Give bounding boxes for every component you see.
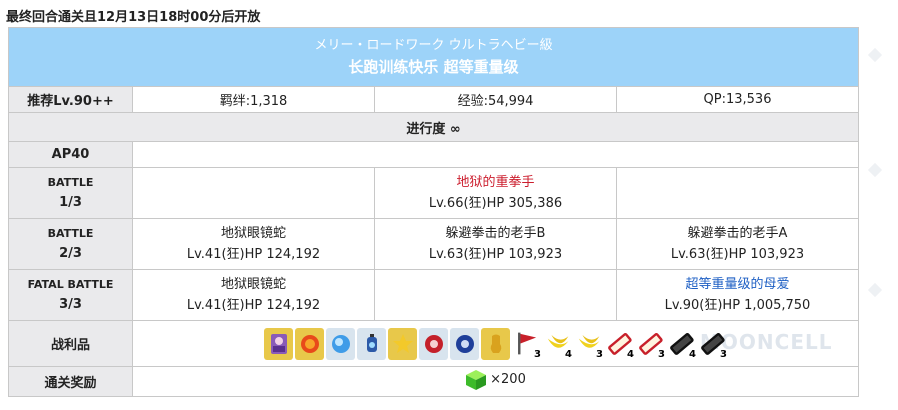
drop-count: 4 xyxy=(565,348,572,360)
battle-2-enemy-2: 躲避拳击的老手B Lv.63(狂)HP 103,923 xyxy=(374,218,617,270)
enemy-stat: Lv.90(狂)HP 1,005,750 xyxy=(664,298,811,313)
quest-title: メリー・ロードワーク ウルトラヘビー級 长跑训练快乐 超等重量级 xyxy=(7,27,860,87)
banana-icon[interactable]: 3 xyxy=(574,328,603,360)
battle-2-title: BATTLE xyxy=(47,227,94,240)
battle-2-number: 2/3 xyxy=(59,246,82,261)
progress-header: 进行度 ∞ xyxy=(7,112,860,142)
drops-list: 3 4 3 4 3 4 3 xyxy=(133,324,858,364)
drop-count: 3 xyxy=(596,348,603,360)
black-ticket-icon[interactable]: 4 xyxy=(667,328,696,360)
exp-value: 经验:54,994 xyxy=(374,86,617,113)
enemy-name: 躲避拳击的老手A xyxy=(687,226,788,241)
battle-1-title: BATTLE xyxy=(47,176,94,189)
quest-title-jp: メリー・ロードワーク ウルトラヘビー級 xyxy=(314,38,553,53)
servant-card-icon[interactable] xyxy=(264,327,293,360)
watermark-pattern xyxy=(867,47,883,298)
quest-table: メリー・ロードワーク ウルトラヘビー級 长跑训练快乐 超等重量级 推荐Lv.90… xyxy=(7,27,860,397)
drop-count: 3 xyxy=(534,348,541,360)
enemy-name: 地狱眼镜蛇 xyxy=(220,226,286,241)
battle-2-enemy-3: 躲避拳击的老手A Lv.63(狂)HP 103,923 xyxy=(615,218,860,270)
qp-value: QP:13,536 xyxy=(615,86,860,113)
recommend-level: 推荐Lv.90++ xyxy=(8,86,133,113)
battle-1-label: BATTLE 1/3 xyxy=(8,167,133,219)
battle-1-enemy-3 xyxy=(615,167,860,219)
battle-2-enemy-1: 地狱眼镜蛇 Lv.41(狂)HP 124,192 xyxy=(132,218,375,270)
drops-cell: 3 4 3 4 3 4 3 xyxy=(131,320,860,367)
bond-value: 羁绊:1,318 xyxy=(132,86,375,113)
battle-3-enemy-2 xyxy=(374,269,617,321)
red-ticket-icon[interactable]: 3 xyxy=(636,328,665,360)
drop-count: 4 xyxy=(689,348,696,360)
quest-title-cn: 长跑训练快乐 超等重量级 xyxy=(348,58,519,76)
craft-essence-flame-icon[interactable] xyxy=(295,327,324,360)
enemy-name-link[interactable]: 超等重量级的母爱 xyxy=(617,274,858,295)
gold-star-icon[interactable] xyxy=(388,327,417,360)
enemy-stat: Lv.63(狂)HP 103,923 xyxy=(428,247,563,262)
battle-3-enemy-1: 地狱眼镜蛇 Lv.41(狂)HP 124,192 xyxy=(132,269,375,321)
blue-crest-icon[interactable] xyxy=(450,327,479,360)
unlock-notice: 最终回合通关且12月13日18时00分后开放 xyxy=(6,10,261,25)
drop-count: 3 xyxy=(720,348,727,360)
enemy-stat: Lv.41(狂)HP 124,192 xyxy=(186,247,321,262)
battle-1-enemy-2: 地狱的重拳手 Lv.66(狂)HP 305,386 xyxy=(374,167,617,219)
blue-orb-icon[interactable] xyxy=(326,327,355,360)
battle-3-label: FATAL BATTLE 3/3 xyxy=(8,269,133,321)
drop-count: 4 xyxy=(627,348,634,360)
battle-1-number: 1/3 xyxy=(59,195,82,210)
enemy-stat: Lv.66(狂)HP 305,386 xyxy=(428,196,563,211)
red-flag-icon[interactable]: 3 xyxy=(512,328,541,360)
reward-label: 通关奖励 xyxy=(8,366,133,397)
green-cube-icon[interactable] xyxy=(465,369,487,391)
enemy-stat: Lv.41(狂)HP 124,192 xyxy=(186,298,321,313)
banana-icon[interactable]: 4 xyxy=(543,328,572,360)
drop-count: 3 xyxy=(658,348,665,360)
ap-cost: AP40 xyxy=(8,141,133,168)
enemy-stat: Lv.63(狂)HP 103,923 xyxy=(670,247,805,262)
black-ticket-icon[interactable]: 3 xyxy=(698,328,727,360)
battle-2-label: BATTLE 2/3 xyxy=(8,218,133,270)
battle-3-number: 3/3 xyxy=(59,297,82,312)
gold-figure-icon[interactable] xyxy=(481,327,510,360)
red-crest-icon[interactable] xyxy=(419,327,448,360)
enemy-name: 地狱眼镜蛇 xyxy=(220,277,286,292)
lantern-icon[interactable] xyxy=(357,327,386,360)
red-ticket-icon[interactable]: 4 xyxy=(605,328,634,360)
battle-1-enemy-1 xyxy=(132,167,375,219)
ap-blank xyxy=(131,141,860,168)
enemy-name: 躲避拳击的老手B xyxy=(445,226,546,241)
drops-label: 战利品 xyxy=(8,320,133,367)
reward-cell: ×200 xyxy=(131,366,860,397)
battle-3-title: FATAL BATTLE xyxy=(27,278,114,291)
reward-amount: ×200 xyxy=(490,372,526,387)
battle-3-enemy-3: 超等重量级的母爱 Lv.90(狂)HP 1,005,750 xyxy=(615,269,860,321)
enemy-name-link[interactable]: 地狱的重拳手 xyxy=(375,172,616,193)
